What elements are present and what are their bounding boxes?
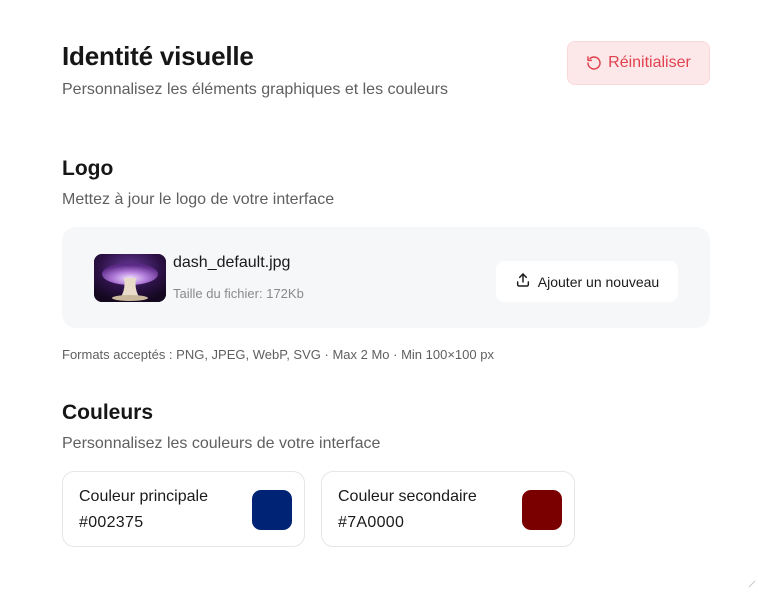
file-size: Taille du fichier: 172Kb: [173, 286, 304, 301]
colors-section-header: Couleurs Personnalisez les couleurs de v…: [62, 401, 380, 453]
page-subtitle: Personnalisez les éléments graphiques et…: [62, 81, 448, 98]
primary-color-value: #002375: [79, 514, 144, 531]
page-title: Identité visuelle: [62, 41, 254, 71]
file-name: dash_default.jpg: [173, 254, 291, 271]
brand-identity-page: Identité visuelle Personnalisez les élém…: [0, 0, 758, 595]
logo-section-title: Logo: [62, 157, 114, 180]
secondary-color-card: Couleur secondaire #7A0000: [321, 471, 575, 547]
logo-file-card: dash_default.jpg Taille du fichier: 172K…: [62, 227, 710, 328]
secondary-color-label: Couleur secondaire: [338, 488, 477, 505]
primary-color-label: Couleur principale: [79, 488, 208, 505]
colors-section-title: Couleurs: [62, 401, 154, 424]
secondary-color-swatch[interactable]: [522, 490, 562, 530]
rotate-ccw-icon: [586, 55, 602, 71]
accepted-formats-note: Formats acceptés : PNG, JPEG, WebP, SVG …: [62, 347, 494, 362]
upload-icon: [515, 272, 531, 291]
primary-color-swatch[interactable]: [252, 490, 292, 530]
reset-button[interactable]: Réinitialiser: [567, 41, 710, 85]
colors-section-description: Personnalisez les couleurs de votre inte…: [62, 435, 381, 452]
logo-thumbnail: [94, 254, 166, 302]
reset-label: Réinitialiser: [608, 54, 691, 71]
secondary-color-value: #7A0000: [338, 514, 405, 531]
resize-grip-icon[interactable]: [748, 575, 756, 593]
logo-section-header: Logo Mettez à jour le logo de votre inte…: [62, 157, 334, 209]
upload-new-label: Ajouter un nouveau: [537, 273, 660, 290]
logo-section-description: Mettez à jour le logo de votre interface: [62, 191, 335, 208]
primary-color-card: Couleur principale #002375: [62, 471, 305, 547]
page-header: Identité visuelle Personnalisez les élém…: [62, 41, 448, 99]
upload-new-button[interactable]: Ajouter un nouveau: [496, 261, 678, 302]
